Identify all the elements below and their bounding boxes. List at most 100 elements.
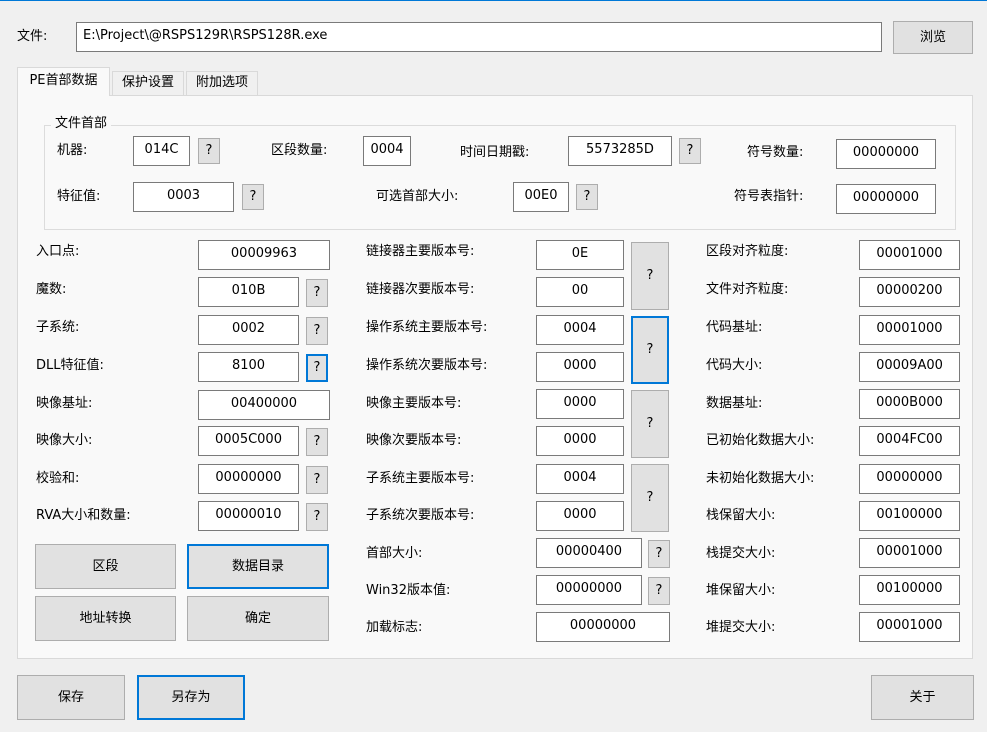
file-label: 文件: <box>17 29 48 44</box>
subsystem-minor-label: 子系统次要版本号: <box>366 508 475 523</box>
subsystem-minor-field[interactable]: 0000 <box>536 501 624 531</box>
rva-count-label: RVA大小和数量: <box>36 508 131 523</box>
win32-version-field[interactable]: 00000000 <box>536 575 642 605</box>
os-major-field[interactable]: 0004 <box>536 315 624 345</box>
uninitialized-data-size-label: 未初始化数据大小: <box>706 471 815 486</box>
checksum-label: 校验和: <box>36 471 80 486</box>
header-size-help-button[interactable]: ? <box>648 540 670 568</box>
tab-extra-options[interactable]: 附加选项 <box>186 71 258 95</box>
stack-reserve-field[interactable]: 00100000 <box>859 501 960 531</box>
ok-button[interactable]: 确定 <box>187 596 329 641</box>
image-size-label: 映像大小: <box>36 433 93 448</box>
win32-version-help-button[interactable]: ? <box>648 577 670 605</box>
timestamp-help-button[interactable]: ? <box>679 138 701 164</box>
symbol-table-pointer-label: 符号表指针: <box>734 189 804 204</box>
image-major-field[interactable]: 0000 <box>536 389 624 419</box>
image-base-label: 映像基址: <box>36 396 93 411</box>
code-size-field[interactable]: 00009A00 <box>859 352 960 382</box>
os-version-help-button[interactable]: ? <box>631 316 669 384</box>
optional-header-size-field[interactable]: 00E0 <box>513 182 569 212</box>
dll-characteristics-help-button[interactable]: ? <box>306 354 328 382</box>
about-button[interactable]: 关于 <box>871 675 974 720</box>
image-base-field[interactable]: 00400000 <box>198 390 330 420</box>
heap-reserve-field[interactable]: 00100000 <box>859 575 960 605</box>
save-button[interactable]: 保存 <box>17 675 125 720</box>
win32-version-label: Win32版本值: <box>366 583 451 598</box>
machine-help-button[interactable]: ? <box>198 138 220 164</box>
data-directory-button[interactable]: 数据目录 <box>187 544 329 589</box>
linker-version-help-button[interactable]: ? <box>631 242 669 310</box>
linker-major-field[interactable]: 0E <box>536 240 624 270</box>
address-convert-button[interactable]: 地址转换 <box>35 596 176 641</box>
section-alignment-field[interactable]: 00001000 <box>859 240 960 270</box>
image-size-field[interactable]: 0005C000 <box>198 426 299 456</box>
save-as-button[interactable]: 另存为 <box>137 675 245 720</box>
initialized-data-size-label: 已初始化数据大小: <box>706 433 815 448</box>
magic-label: 魔数: <box>36 282 67 297</box>
subsystem-major-label: 子系统主要版本号: <box>366 471 475 486</box>
linker-major-label: 链接器主要版本号: <box>366 244 475 259</box>
section-alignment-label: 区段对齐粒度: <box>706 244 789 259</box>
heap-reserve-label: 堆保留大小: <box>706 583 776 598</box>
image-major-label: 映像主要版本号: <box>366 396 462 411</box>
characteristics-help-button[interactable]: ? <box>242 184 264 210</box>
code-base-field[interactable]: 00001000 <box>859 315 960 345</box>
entry-point-field[interactable]: 00009963 <box>198 240 330 270</box>
code-base-label: 代码基址: <box>706 320 763 335</box>
tab-panel: 文件首部 机器: 014C ? 区段数量: 0004 时间日期戳: 557328… <box>17 95 973 659</box>
subsystem-version-help-button[interactable]: ? <box>631 464 669 532</box>
sections-button[interactable]: 区段 <box>35 544 176 589</box>
tab-pe-header[interactable]: PE首部数据 <box>17 67 110 96</box>
checksum-field[interactable]: 00000000 <box>198 464 299 494</box>
heap-commit-field[interactable]: 00001000 <box>859 612 960 642</box>
subsystem-help-button[interactable]: ? <box>306 317 328 345</box>
heap-commit-label: 堆提交大小: <box>706 620 776 635</box>
image-version-help-button[interactable]: ? <box>631 390 669 458</box>
uninitialized-data-size-field[interactable]: 00000000 <box>859 464 960 494</box>
data-base-field[interactable]: 0000B000 <box>859 389 960 419</box>
timestamp-label: 时间日期戳: <box>460 145 530 160</box>
tab-protection[interactable]: 保护设置 <box>112 71 184 95</box>
symbol-table-pointer-field[interactable]: 00000000 <box>836 184 936 214</box>
symbol-count-field[interactable]: 00000000 <box>836 139 936 169</box>
timestamp-field[interactable]: 5573285D <box>568 136 672 166</box>
magic-field[interactable]: 010B <box>198 277 299 307</box>
machine-label: 机器: <box>57 143 88 158</box>
header-size-label: 首部大小: <box>366 546 423 561</box>
stack-commit-field[interactable]: 00001000 <box>859 538 960 568</box>
header-size-field[interactable]: 00000400 <box>536 538 642 568</box>
dll-characteristics-label: DLL特征值: <box>36 358 104 373</box>
os-major-label: 操作系统主要版本号: <box>366 320 488 335</box>
subsystem-field[interactable]: 0002 <box>198 315 299 345</box>
loader-flags-label: 加载标志: <box>366 620 423 635</box>
image-size-help-button[interactable]: ? <box>306 428 328 456</box>
data-base-label: 数据基址: <box>706 396 763 411</box>
entry-point-label: 入口点: <box>36 244 80 259</box>
characteristics-label: 特征值: <box>57 189 101 204</box>
image-minor-label: 映像次要版本号: <box>366 433 462 448</box>
subsystem-major-field[interactable]: 0004 <box>536 464 624 494</box>
stack-reserve-label: 栈保留大小: <box>706 508 776 523</box>
file-path-field[interactable]: E:\Project\@RSPS129R\RSPS128R.exe <box>76 22 882 52</box>
browse-button[interactable]: 浏览 <box>893 21 973 54</box>
image-minor-field[interactable]: 0000 <box>536 426 624 456</box>
file-alignment-label: 文件对齐粒度: <box>706 282 789 297</box>
magic-help-button[interactable]: ? <box>306 279 328 307</box>
initialized-data-size-field[interactable]: 0004FC00 <box>859 426 960 456</box>
window-top-border <box>0 0 987 1</box>
characteristics-field[interactable]: 0003 <box>133 182 234 212</box>
rva-count-field[interactable]: 00000010 <box>198 501 299 531</box>
rva-count-help-button[interactable]: ? <box>306 503 328 531</box>
optional-header-size-label: 可选首部大小: <box>376 189 459 204</box>
machine-field[interactable]: 014C <box>133 136 190 166</box>
optional-header-size-help-button[interactable]: ? <box>576 184 598 210</box>
subsystem-label: 子系统: <box>36 320 80 335</box>
dll-characteristics-field[interactable]: 8100 <box>198 352 299 382</box>
checksum-help-button[interactable]: ? <box>306 466 328 494</box>
section-count-field[interactable]: 0004 <box>363 136 411 166</box>
file-alignment-field[interactable]: 00000200 <box>859 277 960 307</box>
os-minor-field[interactable]: 0000 <box>536 352 624 382</box>
loader-flags-field[interactable]: 00000000 <box>536 612 670 642</box>
linker-minor-field[interactable]: 00 <box>536 277 624 307</box>
file-header-group-title: 文件首部 <box>51 116 112 132</box>
